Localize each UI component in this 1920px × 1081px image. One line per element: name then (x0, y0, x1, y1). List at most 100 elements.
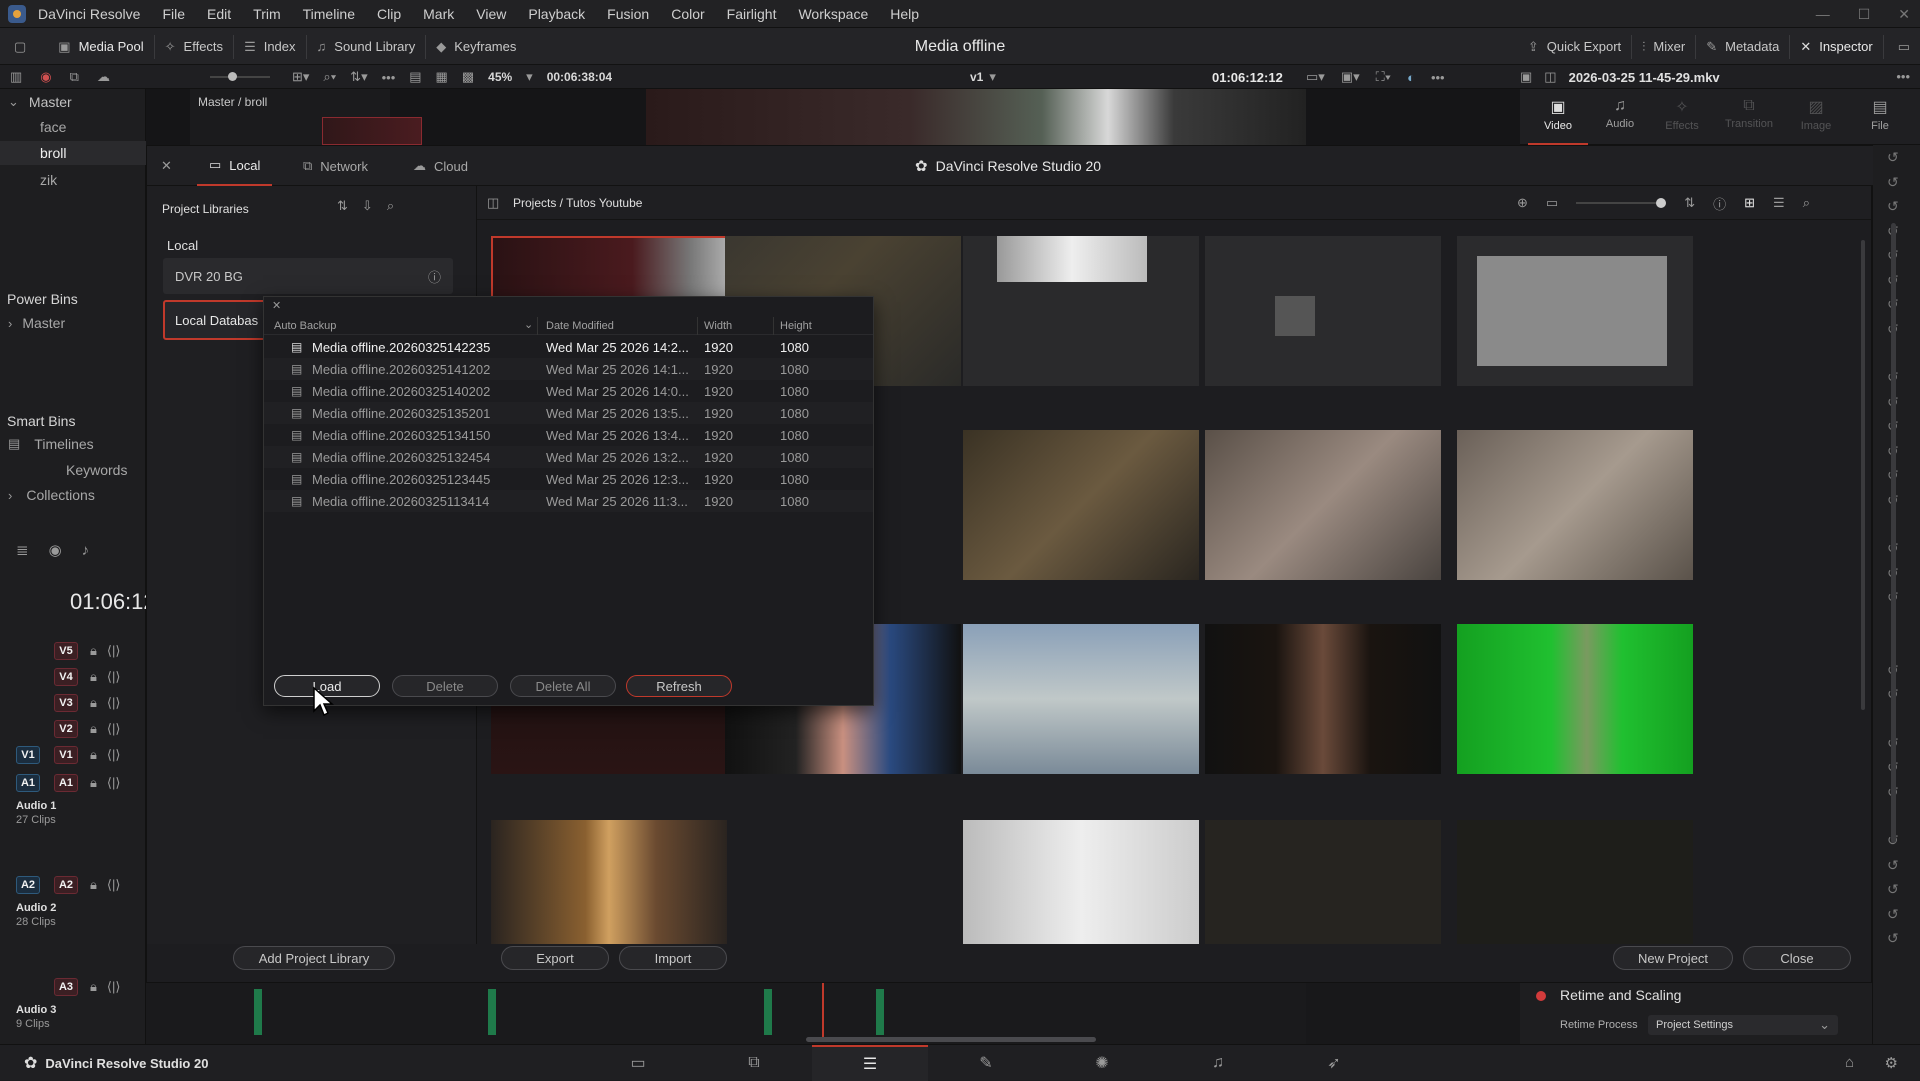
tab-transition[interactable]: ⧉ Transition (1714, 89, 1784, 145)
refresh-button[interactable]: Refresh (626, 675, 732, 697)
table-row[interactable]: ▤ Media offline.20260325135201 Wed Mar 2… (264, 402, 873, 424)
viewer-mode2-icon[interactable]: ▦ (436, 69, 448, 85)
thumb-size-slider-handle[interactable] (228, 72, 237, 81)
col-height[interactable]: Height (780, 320, 812, 332)
projects-scrollbar[interactable] (1861, 240, 1865, 710)
power-bin-master[interactable]: › Master (8, 315, 65, 331)
track-v5-badge[interactable]: V5 (54, 642, 78, 660)
zoom-slider-handle[interactable] (1656, 198, 1667, 208)
page-fairlight[interactable]: ♫ (1160, 1045, 1276, 1081)
layout-icon[interactable]: ▥ (10, 69, 22, 85)
retime-process-select[interactable]: Project Settings ⌄ (1648, 1015, 1838, 1035)
col-auto-backup[interactable]: Auto Backup (274, 320, 336, 332)
audio-clip[interactable] (876, 989, 884, 1035)
lock-icon[interactable]: 🔒︎ (90, 775, 97, 791)
keyframes-button[interactable]: ◆ Keyframes (426, 28, 526, 65)
menu-edit[interactable]: Edit (207, 6, 231, 22)
lock-icon[interactable]: 🔒︎ (90, 695, 97, 711)
sort-projects-icon[interactable]: ⇅ (1684, 195, 1695, 211)
new-folder-icon[interactable]: ⊕ (1517, 195, 1528, 211)
audio-clip[interactable] (764, 989, 772, 1035)
menu-timeline[interactable]: Timeline (303, 6, 355, 22)
page-fusion[interactable]: ✎ (928, 1045, 1044, 1081)
list-view-toggle-icon[interactable]: ☰ (1773, 195, 1785, 211)
close-button[interactable]: Close (1743, 946, 1851, 970)
lock-icon[interactable]: 🔒︎ (90, 979, 97, 995)
col-width[interactable]: Width (704, 320, 732, 332)
safe-area-icon[interactable]: ▭▾ (1306, 69, 1325, 85)
tab-local[interactable]: ▭ Local (197, 146, 273, 186)
lock-icon[interactable]: 🔒︎ (90, 747, 97, 763)
project-thumbnail[interactable] (1457, 624, 1693, 774)
thumb-size-slider[interactable] (210, 76, 270, 78)
add-project-library-button[interactable]: Add Project Library (233, 946, 395, 970)
page-edit[interactable]: ☰ (812, 1045, 928, 1081)
project-thumbnail[interactable] (1457, 430, 1693, 580)
inspector-more-icon[interactable]: ••• (1896, 69, 1910, 84)
track-a1-badge[interactable]: A1 (54, 774, 78, 792)
project-thumbnail[interactable] (963, 624, 1199, 774)
zoom-dropdown-icon[interactable]: ▾ (526, 69, 533, 85)
grid-view-icon[interactable]: ⊞▾ (292, 69, 309, 85)
playhead[interactable] (822, 983, 824, 1039)
auto-select-icon[interactable]: ⟨|⟩ (107, 775, 121, 791)
bin-zik[interactable]: zik (40, 172, 57, 188)
quick-export-button[interactable]: ⇪ Quick Export (1518, 28, 1631, 65)
auto-select-icon[interactable]: ⟨|⟩ (107, 721, 121, 737)
menu-playback[interactable]: Playback (528, 6, 585, 22)
track-v2-badge[interactable]: V2 (54, 720, 78, 738)
viewer-mode3-icon[interactable]: ▩ (462, 69, 474, 85)
minimize-icon[interactable]: — (1816, 6, 1830, 22)
project-thumbnail[interactable] (1205, 820, 1441, 944)
export-button[interactable]: Export (501, 946, 609, 970)
sort-libraries-icon[interactable]: ⇅ (337, 198, 348, 214)
track-v4-badge[interactable]: V4 (54, 668, 78, 686)
lock-icon[interactable]: 🔒︎ (90, 877, 97, 893)
color-wheel-icon[interactable]: ◐ (1407, 70, 1415, 85)
mic-icon[interactable]: ♪ (82, 542, 90, 559)
project-thumbnail[interactable] (963, 820, 1199, 944)
timeline-options-icon[interactable]: ≣ (16, 541, 29, 559)
track-selector[interactable]: v1 ▾ (970, 65, 996, 89)
menu-mark[interactable]: Mark (423, 6, 454, 22)
col-date-modified[interactable]: Date Modified (546, 320, 614, 332)
track-v3-badge[interactable]: V3 (54, 694, 78, 712)
close-icon[interactable]: ✕ (161, 158, 172, 174)
sort-chevron-icon[interactable]: ⌄ (524, 318, 533, 331)
bin-master[interactable]: ⌄ Master (0, 91, 146, 113)
table-row[interactable]: ▤ Media offline.20260325142235 Wed Mar 2… (264, 336, 873, 358)
project-thumbnail[interactable] (1205, 430, 1441, 580)
table-row[interactable]: ▤ Media offline.20260325132454 Wed Mar 2… (264, 446, 873, 468)
menu-app-name[interactable]: DaVinci Resolve (38, 6, 140, 22)
page-cut[interactable]: ⧉ (696, 1045, 812, 1081)
zoom-level[interactable]: 45% (488, 70, 512, 84)
home-icon[interactable]: ⌂ (1845, 1054, 1854, 1071)
retime-section-title[interactable]: Retime and Scaling (1560, 987, 1681, 1003)
page-deliver[interactable]: ➶ (1276, 1045, 1392, 1081)
menu-trim[interactable]: Trim (253, 6, 280, 22)
tab-audio[interactable]: ♫ Audio (1590, 89, 1650, 145)
reset-icon[interactable]: ↺ (1887, 145, 1899, 170)
lock-icon[interactable]: 🔒︎ (90, 643, 97, 659)
tab-effects[interactable]: ✧ Effects (1652, 89, 1712, 145)
reset-icon[interactable]: ↺ (1887, 926, 1899, 951)
tab-image[interactable]: ▨ Image (1786, 89, 1846, 145)
lock-icon[interactable]: 🔒︎ (90, 669, 97, 685)
menu-fairlight[interactable]: Fairlight (727, 6, 777, 22)
delete-all-button[interactable]: Delete All (510, 675, 616, 697)
menu-view[interactable]: View (476, 6, 506, 22)
timeline-scrollbar[interactable] (806, 1037, 1096, 1042)
gear-icon[interactable]: ⚙ (1885, 1054, 1898, 1072)
import-library-icon[interactable]: ⇩ (362, 198, 373, 214)
project-thumbnail[interactable] (963, 236, 1199, 386)
menu-fusion[interactable]: Fusion (607, 6, 649, 22)
table-row[interactable]: ▤ Media offline.20260325141202 Wed Mar 2… (264, 358, 873, 380)
track-a2-src-badge[interactable]: A2 (16, 876, 40, 894)
page-color[interactable]: ✺ (1044, 1045, 1160, 1081)
sort-icon[interactable]: ⇅▾ (350, 69, 367, 85)
table-row[interactable]: ▤ Media offline.20260325140202 Wed Mar 2… (264, 380, 873, 402)
table-row[interactable]: ▤ Media offline.20260325113414 Wed Mar 2… (264, 490, 873, 512)
sound-library-button[interactable]: ♫ Sound Library (307, 28, 426, 65)
table-row[interactable]: ▤ Media offline.20260325123445 Wed Mar 2… (264, 468, 873, 490)
monitor-icon[interactable]: ▭ (1898, 39, 1910, 55)
